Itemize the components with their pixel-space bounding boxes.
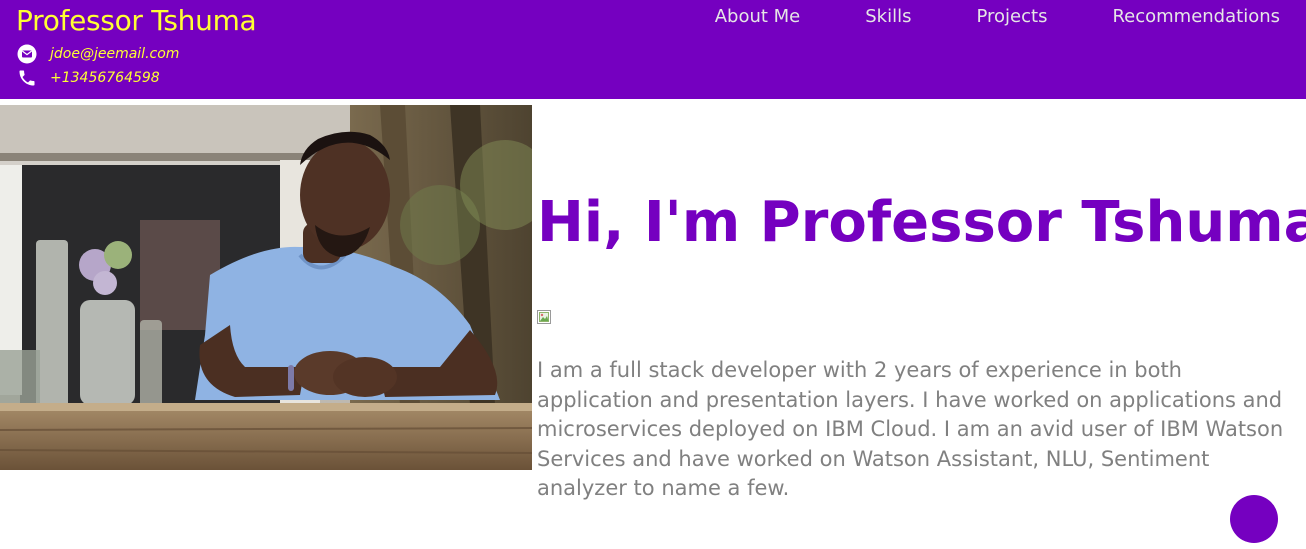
nav-item-projects[interactable]: Projects [976, 6, 1047, 30]
main-nav: About Me Skills Projects Recommendations [715, 6, 1280, 30]
site-header: Professor Tshuma jdoe@jeemail.com +13456… [0, 0, 1306, 99]
phone-contact[interactable]: +13456764598 [16, 67, 160, 89]
phone-link[interactable]: +13456764598 [50, 70, 160, 86]
phone-icon [16, 67, 38, 89]
hero-title: Hi, I'm Professor Tshuma! [537, 190, 1306, 255]
chat-button[interactable] [1230, 495, 1278, 543]
brand-name[interactable]: Professor Tshuma [16, 4, 257, 37]
profile-photo [0, 105, 532, 470]
email-contact[interactable]: jdoe@jeemail.com [16, 43, 179, 65]
bio-text: I am a full stack developer with 2 years… [537, 358, 1284, 500]
nav-item-recommendations[interactable]: Recommendations [1112, 6, 1280, 30]
email-link[interactable]: jdoe@jeemail.com [50, 46, 179, 62]
nav-item-about-me[interactable]: About Me [715, 6, 801, 30]
nav-item-skills[interactable]: Skills [865, 6, 911, 30]
broken-image-icon [537, 310, 553, 326]
envelope-icon [16, 43, 38, 65]
